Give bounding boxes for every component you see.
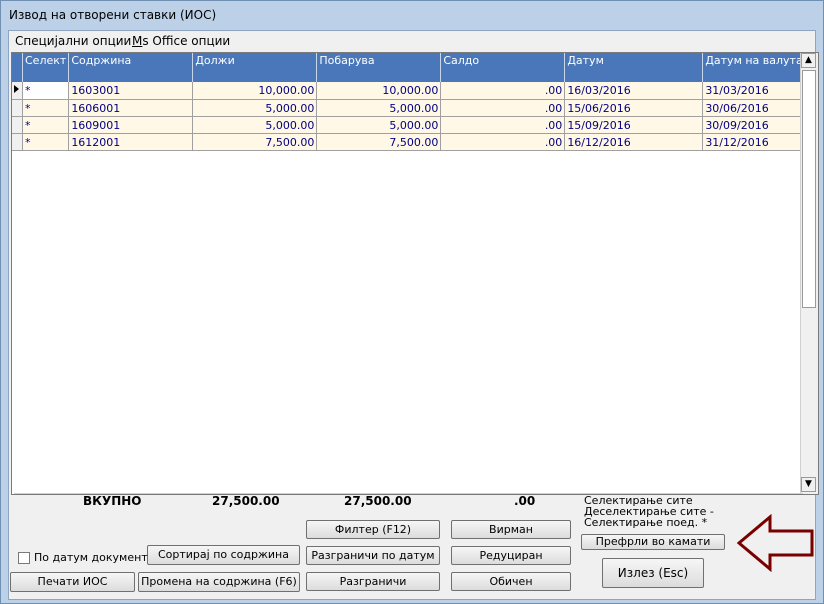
split-button[interactable]: Разграничи xyxy=(306,572,440,591)
column-header-debit[interactable]: Должи xyxy=(192,53,318,82)
column-header-date[interactable]: Датум xyxy=(564,53,704,82)
client-area: Специјални опции Ms Office опции Селект … xyxy=(8,30,819,600)
balance-cell[interactable]: .00 xyxy=(440,116,566,134)
vertical-scrollbar[interactable]: ▲ ▼ xyxy=(800,53,818,494)
column-header-select[interactable]: Селект xyxy=(22,53,70,82)
title-bar: Извод на отворени ставки (ИОС) xyxy=(1,1,823,30)
to-interest-button[interactable]: Префрли во камати xyxy=(581,534,725,550)
date-cell[interactable]: 15/09/2016 xyxy=(564,116,704,134)
table-row[interactable]: * 1609001 5,000.00 5,000.00 .00 15/09/20… xyxy=(12,116,808,134)
current-row-indicator-icon[interactable] xyxy=(12,82,23,100)
vertical-scroll-thumb[interactable] xyxy=(802,70,816,308)
arrow-left-icon xyxy=(737,514,814,572)
column-header-content[interactable]: Содржина xyxy=(68,53,194,82)
reduced-button[interactable]: Редуциран xyxy=(451,546,571,565)
scroll-up-icon[interactable]: ▲ xyxy=(801,53,816,68)
change-content-button[interactable]: Промена на содржина (F6) xyxy=(138,572,300,592)
content-cell[interactable]: 1606001 xyxy=(68,99,194,117)
window-title: Извод на отворени ставки (ИОС) xyxy=(9,8,217,22)
transfer-button[interactable]: Вирман xyxy=(451,520,571,539)
print-ios-button[interactable]: Печати ИОС xyxy=(10,572,135,592)
menu-ms-office-options[interactable]: Ms Office опции xyxy=(132,34,230,48)
debit-cell[interactable]: 5,000.00 xyxy=(192,99,318,117)
date-cell[interactable]: 16/03/2016 xyxy=(564,82,704,100)
data-grid[interactable]: Селект Содржина Должи Побарува Салдо Дат… xyxy=(11,52,819,495)
grid-header: Селект Содржина Должи Побарува Салдо Дат… xyxy=(12,53,808,82)
due-date-cell[interactable]: 30/06/2016 xyxy=(702,99,808,117)
column-header-credit[interactable]: Побарува xyxy=(316,53,442,82)
content-cell[interactable]: 1609001 xyxy=(68,116,194,134)
normal-button[interactable]: Обичен xyxy=(451,572,571,591)
by-document-date-checkbox[interactable] xyxy=(18,552,30,564)
scroll-down-icon[interactable]: ▼ xyxy=(801,477,816,492)
menu-special-options[interactable]: Специјални опции xyxy=(15,34,131,48)
credit-cell[interactable]: 7,500.00 xyxy=(316,133,442,151)
row-header[interactable] xyxy=(12,116,23,134)
credit-cell[interactable]: 10,000.00 xyxy=(316,82,442,100)
column-header-due-date[interactable]: Датум на валута xyxy=(702,53,808,82)
credit-cell[interactable]: 5,000.00 xyxy=(316,99,442,117)
table-row[interactable]: * 1603001 10,000.00 10,000.00 .00 16/03/… xyxy=(12,82,808,100)
menu-accesskey: M xyxy=(132,34,143,48)
due-date-cell[interactable]: 31/03/2016 xyxy=(702,82,808,100)
row-header[interactable] xyxy=(12,133,23,151)
app-window: Извод на отворени ставки (ИОС) Специјалн… xyxy=(0,0,824,604)
column-header-balance[interactable]: Салдо xyxy=(440,53,566,82)
row-header[interactable] xyxy=(12,99,23,117)
totals-label: ВКУПНО xyxy=(83,494,142,508)
select-cell[interactable]: * xyxy=(22,133,70,151)
menu-label-rest: s Office опции xyxy=(142,34,231,48)
date-cell[interactable]: 15/06/2016 xyxy=(564,99,704,117)
sort-by-content-button[interactable]: Сортирај по содржина xyxy=(147,545,300,565)
split-by-date-button[interactable]: Разграничи по датум xyxy=(306,546,440,565)
menu-bar: Специјални опции Ms Office опции xyxy=(9,31,815,51)
total-credit: 27,500.00 xyxy=(344,494,412,508)
select-cell[interactable]: * xyxy=(22,116,70,134)
due-date-cell[interactable]: 31/12/2016 xyxy=(702,133,808,151)
table-row[interactable]: * 1606001 5,000.00 5,000.00 .00 15/06/20… xyxy=(12,99,808,117)
balance-cell[interactable]: .00 xyxy=(440,133,566,151)
debit-cell[interactable]: 5,000.00 xyxy=(192,116,318,134)
select-cell[interactable]: * xyxy=(22,82,70,100)
row-header-corner[interactable] xyxy=(12,53,23,82)
debit-cell[interactable]: 7,500.00 xyxy=(192,133,318,151)
balance-cell[interactable]: .00 xyxy=(440,99,566,117)
content-cell[interactable]: 1603001 xyxy=(68,82,194,100)
total-balance: .00 xyxy=(514,494,536,508)
by-document-date-label: По датум документ xyxy=(34,551,148,564)
balance-cell[interactable]: .00 xyxy=(440,82,566,100)
select-cell[interactable]: * xyxy=(22,99,70,117)
select-single-link[interactable]: Селектирање поед. * xyxy=(584,517,707,528)
date-cell[interactable]: 16/12/2016 xyxy=(564,133,704,151)
total-debit: 27,500.00 xyxy=(212,494,280,508)
content-cell[interactable]: 1612001 xyxy=(68,133,194,151)
grid-table: Селект Содржина Должи Побарува Салдо Дат… xyxy=(12,53,808,151)
filter-button[interactable]: Филтер (F12) xyxy=(306,520,440,539)
exit-button[interactable]: Излез (Esc) xyxy=(602,558,704,588)
due-date-cell[interactable]: 30/09/2016 xyxy=(702,116,808,134)
credit-cell[interactable]: 5,000.00 xyxy=(316,116,442,134)
debit-cell[interactable]: 10,000.00 xyxy=(192,82,318,100)
table-row[interactable]: * 1612001 7,500.00 7,500.00 .00 16/12/20… xyxy=(12,133,808,151)
